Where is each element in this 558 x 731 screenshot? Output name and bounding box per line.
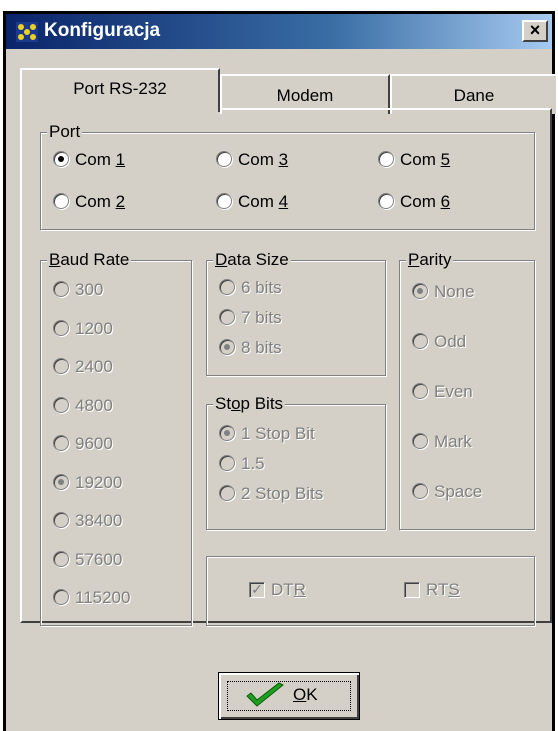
baud_rate-option-label: 2400 <box>75 357 113 376</box>
baud_rate-option-label: 19200 <box>75 472 123 492</box>
parity-group: Parity None Odd Even Mark Space <box>399 250 535 530</box>
radio-icon <box>216 193 232 209</box>
radio-icon <box>412 433 428 449</box>
stop_bits-option-label: 1.5 <box>241 454 265 473</box>
data_size-option-label: 7 bits <box>241 308 282 327</box>
parity-legend: Parity <box>406 250 454 270</box>
data-size-group: Data Size 6 bits 7 bits 8 bits <box>206 250 386 376</box>
baud_rate-option-label: 115200 <box>75 588 131 607</box>
ok-button[interactable]: OK <box>218 672 360 720</box>
radio-icon <box>53 473 69 490</box>
radio-icon <box>53 512 69 528</box>
radio-icon <box>53 589 69 605</box>
parity-option-label: Space <box>434 482 483 501</box>
title-bar[interactable]: Konfiguracja × <box>6 14 552 49</box>
baud_rate-option-label: 1200 <box>75 318 113 338</box>
baud-rate-legend: Baud Rate <box>47 250 132 270</box>
radio-icon <box>53 358 69 374</box>
app-icon <box>16 22 38 42</box>
radio-icon <box>378 193 394 209</box>
baud_rate-option-label: 57600 <box>75 549 123 569</box>
parity-option-label: Mark <box>434 432 472 451</box>
radio-icon <box>53 193 69 209</box>
radio-icon <box>219 279 235 295</box>
baud_rate-option-label: 9600 <box>75 434 113 453</box>
stop_bits-option-label: 2 Stop Bits <box>241 484 324 503</box>
stop-bits-group: Stop Bits 1 Stop Bit 1.5 2 Stop Bits <box>206 394 386 530</box>
radio-icon <box>412 383 428 399</box>
radio-icon <box>219 455 235 471</box>
parity-option-label: Odd <box>434 332 467 351</box>
baud-rate-group: Baud Rate 300 1200 2400 4800 9600 19200 38400 5… <box>40 250 192 626</box>
stop_bits-option-label: 1 Stop Bit <box>241 424 315 443</box>
radio-icon <box>53 550 69 567</box>
port-group: Port Com 1 Com 3 Com 5 Com 2 Com 4 Com 6 <box>40 122 535 230</box>
checkmark-icon <box>246 682 284 707</box>
stop-bits-legend: Stop Bits <box>213 394 286 414</box>
window-title: Konfiguracja <box>44 20 161 41</box>
parity-option-label: None <box>434 282 475 301</box>
radio-icon <box>53 319 69 336</box>
radio-icon <box>219 339 235 355</box>
tab-port-rs232[interactable]: Port RS-232 <box>20 68 220 112</box>
parity-option-label: Even <box>434 382 473 401</box>
radio-icon <box>53 435 69 451</box>
data-size-legend: Data Size <box>213 250 291 270</box>
baud_rate-option-label: 38400 <box>75 511 123 530</box>
baud_rate-option-label: 4800 <box>75 395 113 415</box>
radio-icon <box>216 151 232 167</box>
baud_rate-option-label: 300 <box>75 280 104 299</box>
radio-icon <box>53 281 69 297</box>
data_size-option-label: 8 bits <box>241 338 282 357</box>
checkbox-icon <box>404 582 420 598</box>
tab-panel: Port Com 1 Com 3 Com 5 Com 2 Com 4 Com 6… <box>20 108 552 626</box>
close-button[interactable]: × <box>522 20 548 42</box>
data_size-option-label: 6 bits <box>241 278 282 297</box>
radio-icon <box>219 309 235 325</box>
radio-icon <box>412 283 428 299</box>
config-dialog: Konfiguracja × Port RS-232 Modem Dane Po… <box>3 11 556 731</box>
close-icon: × <box>529 20 541 40</box>
port-legend: Port <box>47 122 83 142</box>
radio-icon <box>412 483 428 499</box>
checkbox-icon: ✓ <box>249 582 265 598</box>
flow-control-group: ✓ DTR RTS <box>206 556 535 626</box>
radio-icon <box>219 425 235 441</box>
radio-icon <box>378 151 394 167</box>
radio-icon <box>412 333 428 349</box>
radio-icon <box>53 396 69 413</box>
radio-icon <box>219 485 235 501</box>
radio-icon <box>53 151 69 167</box>
